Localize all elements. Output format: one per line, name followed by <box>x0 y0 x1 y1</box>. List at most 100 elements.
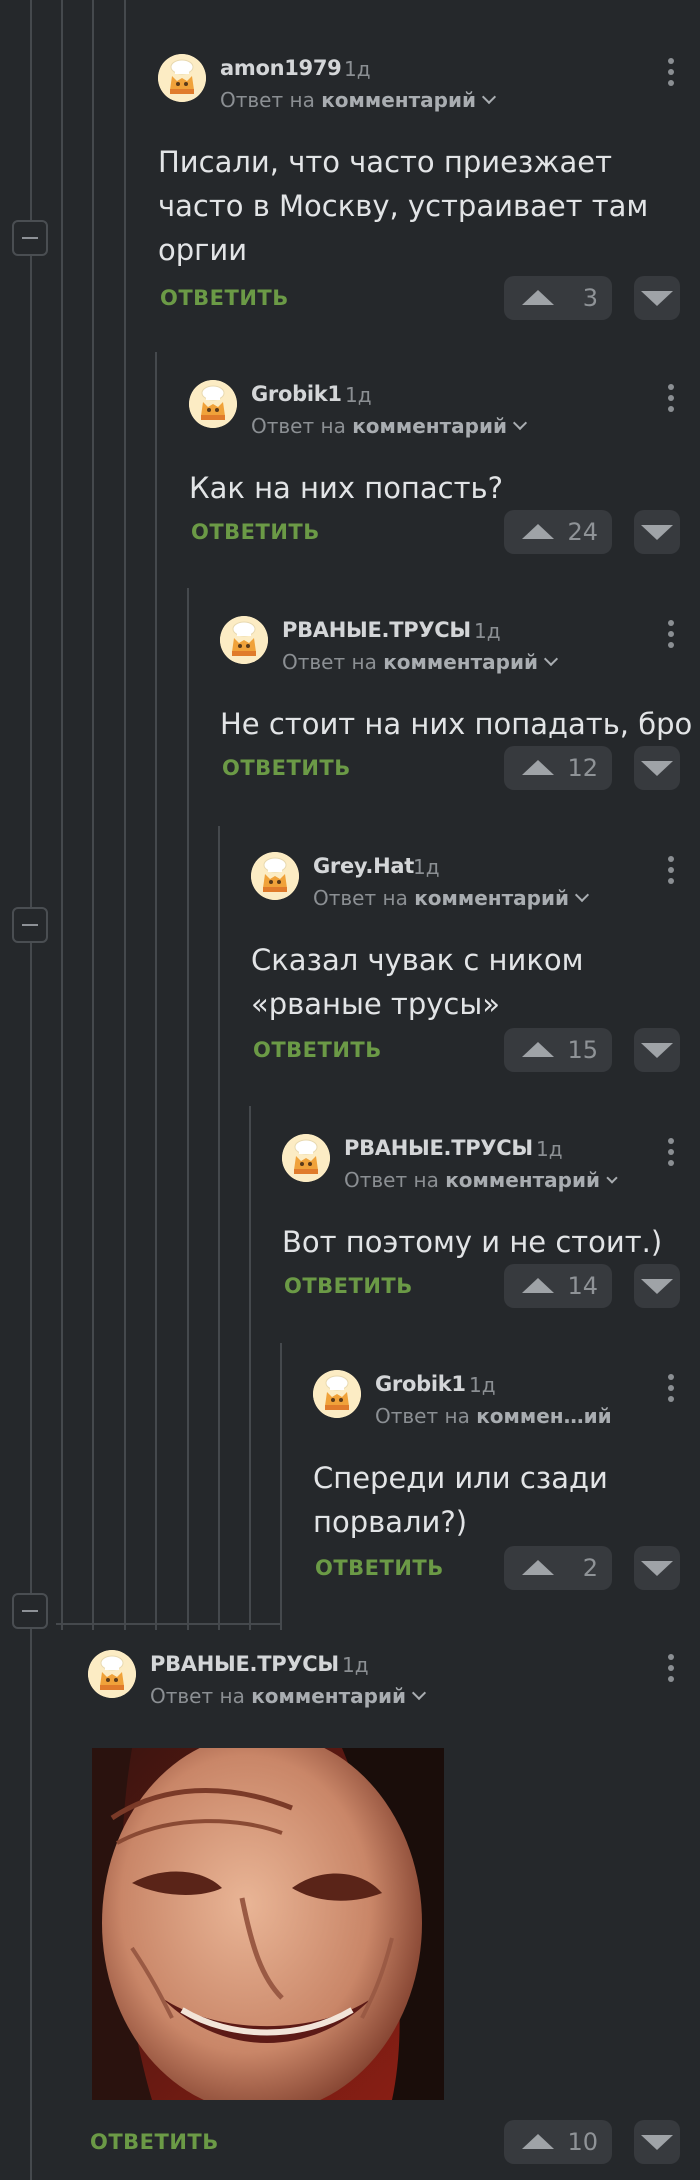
collapse-thread-button[interactable] <box>12 907 48 943</box>
reply-target[interactable]: комментарий <box>445 1168 600 1192</box>
downvote-button[interactable] <box>634 1264 680 1308</box>
rating-count: 24 <box>567 518 598 546</box>
reply-button[interactable]: ОТВЕТИТЬ <box>160 286 289 310</box>
thread-line <box>92 0 94 1630</box>
smiling-man-photo[interactable] <box>92 1748 444 2100</box>
upvote-button[interactable]: 2 <box>504 1546 612 1590</box>
reply-prefix: Ответ на <box>150 1684 245 1708</box>
reply-target[interactable]: комментарий <box>321 88 476 112</box>
chef-cat-avatar-icon[interactable] <box>282 1134 330 1182</box>
comment: РВАНЫЕ.ТРУСЫ 1д Ответ на комментарий Вот… <box>282 1134 700 1314</box>
comment-text-line: Писали, что часто приезжает <box>158 145 612 179</box>
chevron-down-icon[interactable] <box>574 887 590 903</box>
reply-button[interactable]: ОТВЕТИТЬ <box>315 1556 444 1580</box>
downvote-button[interactable] <box>634 746 680 790</box>
thread-line <box>56 1623 282 1625</box>
more-vertical-icon[interactable] <box>668 1654 674 1686</box>
chef-cat-avatar-icon[interactable] <box>88 1650 136 1698</box>
reply-target[interactable]: комментарий <box>352 414 507 438</box>
reply-target[interactable]: комментарий <box>251 1684 406 1708</box>
upvote-button[interactable]: 14 <box>504 1264 612 1308</box>
downvote-button[interactable] <box>634 510 680 554</box>
reply-to[interactable]: Ответ на комментарий <box>282 650 559 674</box>
reply-to[interactable]: Ответ на комментарий <box>313 886 590 910</box>
upvote-button[interactable]: 3 <box>504 276 612 320</box>
thread-line <box>30 0 32 2180</box>
thread-line <box>280 1343 282 1630</box>
chef-cat-avatar-icon[interactable] <box>251 852 299 900</box>
upvote-button[interactable]: 24 <box>504 510 612 554</box>
chef-cat-avatar-icon[interactable] <box>313 1370 361 1418</box>
reply-prefix: Ответ на <box>282 650 377 674</box>
triangle-down-icon <box>641 1279 673 1294</box>
upvote-button[interactable]: 12 <box>504 746 612 790</box>
chevron-down-icon[interactable] <box>606 1172 618 1184</box>
comment-text: Вот поэтому и не стоит.) <box>282 1220 662 1264</box>
reply-button[interactable]: ОТВЕТИТЬ <box>222 756 351 780</box>
reply-to[interactable]: Ответ на комментарий <box>150 1684 427 1708</box>
reply-button[interactable]: ОТВЕТИТЬ <box>90 2130 219 2154</box>
comment-text: Сказал чувак с ником «рваные трусы» <box>251 938 583 1026</box>
timestamp: 1д <box>342 1653 369 1677</box>
reply-prefix: Ответ на <box>220 88 315 112</box>
chevron-down-icon[interactable] <box>481 89 497 105</box>
comment: Grobik1 1д Ответ на комментарий Как на н… <box>189 380 700 560</box>
username[interactable]: РВАНЫЕ.ТРУСЫ <box>344 1136 533 1160</box>
collapse-thread-button[interactable] <box>12 220 48 256</box>
comment-text: Как на них попасть? <box>189 466 503 510</box>
comment-text-line: Вот поэтому и не стоит.) <box>282 1225 663 1259</box>
triangle-down-icon <box>641 1561 673 1576</box>
comment-text: Спереди или сзади порвали?) <box>313 1456 608 1544</box>
reply-to[interactable]: Ответ на комментарий <box>344 1168 618 1192</box>
more-vertical-icon[interactable] <box>668 58 674 90</box>
chevron-down-icon[interactable] <box>411 1685 427 1701</box>
username[interactable]: Grey.Hat <box>313 854 414 878</box>
chef-cat-avatar-icon[interactable] <box>158 54 206 102</box>
downvote-button[interactable] <box>634 276 680 320</box>
reply-to[interactable]: Ответ на комментарий <box>220 88 497 112</box>
chef-cat-avatar-icon[interactable] <box>189 380 237 428</box>
username[interactable]: РВАНЫЕ.ТРУСЫ <box>282 618 471 642</box>
reply-to[interactable]: Ответ на комментарий <box>251 414 528 438</box>
username[interactable]: amon1979 <box>220 56 342 80</box>
triangle-down-icon <box>641 761 673 776</box>
triangle-up-icon <box>522 1278 554 1293</box>
chef-cat-avatar-icon[interactable] <box>220 616 268 664</box>
upvote-button[interactable]: 10 <box>504 2120 612 2164</box>
triangle-down-icon <box>641 1043 673 1058</box>
thread-line <box>218 826 220 1630</box>
downvote-button[interactable] <box>634 1546 680 1590</box>
chevron-down-icon[interactable] <box>512 415 528 431</box>
reply-button[interactable]: ОТВЕТИТЬ <box>253 1038 382 1062</box>
reply-target[interactable]: коммен…ий <box>476 1404 611 1428</box>
reply-to[interactable]: Ответ на коммен…ий <box>375 1404 612 1428</box>
more-vertical-icon[interactable] <box>668 620 674 652</box>
triangle-up-icon <box>522 1560 554 1575</box>
reply-target[interactable]: комментарий <box>383 650 538 674</box>
collapse-thread-button[interactable] <box>12 1593 48 1629</box>
upvote-button[interactable]: 15 <box>504 1028 612 1072</box>
username[interactable]: Grobik1 <box>375 1372 466 1396</box>
comment-text: Не стоит на них попадать, бро <box>220 702 692 746</box>
reply-button[interactable]: ОТВЕТИТЬ <box>284 1274 413 1298</box>
comment-text-line: Спереди или сзади <box>313 1461 608 1495</box>
rating-count: 14 <box>567 1272 598 1300</box>
comment: Grey.Hat 1д Ответ на комментарий Сказал … <box>251 852 700 1082</box>
chevron-down-icon[interactable] <box>543 651 559 667</box>
username[interactable]: РВАНЫЕ.ТРУСЫ <box>150 1652 339 1676</box>
downvote-button[interactable] <box>634 2120 680 2164</box>
reply-target[interactable]: комментарий <box>414 886 569 910</box>
more-vertical-icon[interactable] <box>668 1374 674 1406</box>
more-vertical-icon[interactable] <box>668 1138 674 1170</box>
username[interactable]: Grobik1 <box>251 382 342 406</box>
more-vertical-icon[interactable] <box>668 856 674 888</box>
reply-prefix: Ответ на <box>344 1168 439 1192</box>
more-vertical-icon[interactable] <box>668 384 674 416</box>
comment-text: Писали, что часто приезжает часто в Моск… <box>158 140 648 272</box>
reply-button[interactable]: ОТВЕТИТЬ <box>191 520 320 544</box>
downvote-button[interactable] <box>634 1028 680 1072</box>
thread-line <box>124 0 126 1630</box>
thread-line <box>187 588 189 1630</box>
timestamp: 1д <box>413 855 440 879</box>
triangle-down-icon <box>641 525 673 540</box>
